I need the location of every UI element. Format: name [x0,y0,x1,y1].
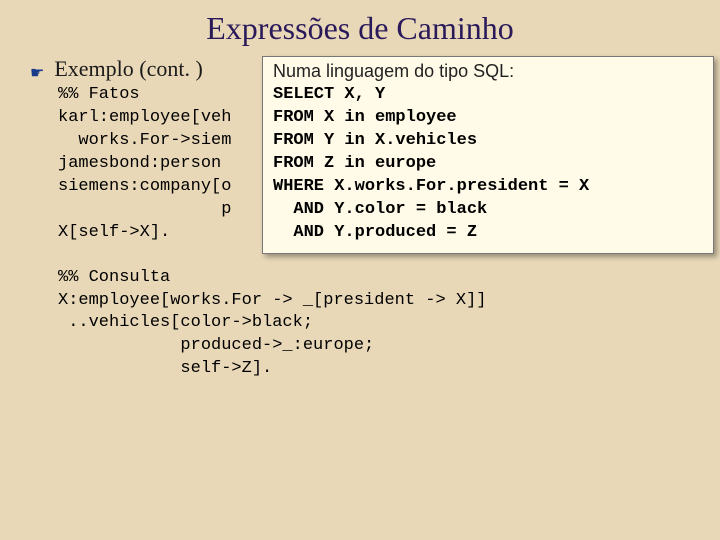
page-title: Expressões de Caminho [0,0,720,53]
content-area: ☛ Exemplo (cont. ) %% Fatos karl:employe… [30,56,700,381]
exemplo-label: Exemplo (cont. ) [54,56,202,82]
sql-heading: Numa linguagem do tipo SQL: [273,61,703,82]
sql-code: SELECT X, Y FROM X in employee FROM Y in… [273,84,703,245]
consulta-block: %% Consulta X:employee[works.For -> _[pr… [58,267,700,382]
pointer-icon: ☛ [30,66,44,82]
sql-overlay-box: Numa linguagem do tipo SQL: SELECT X, Y … [262,56,714,254]
